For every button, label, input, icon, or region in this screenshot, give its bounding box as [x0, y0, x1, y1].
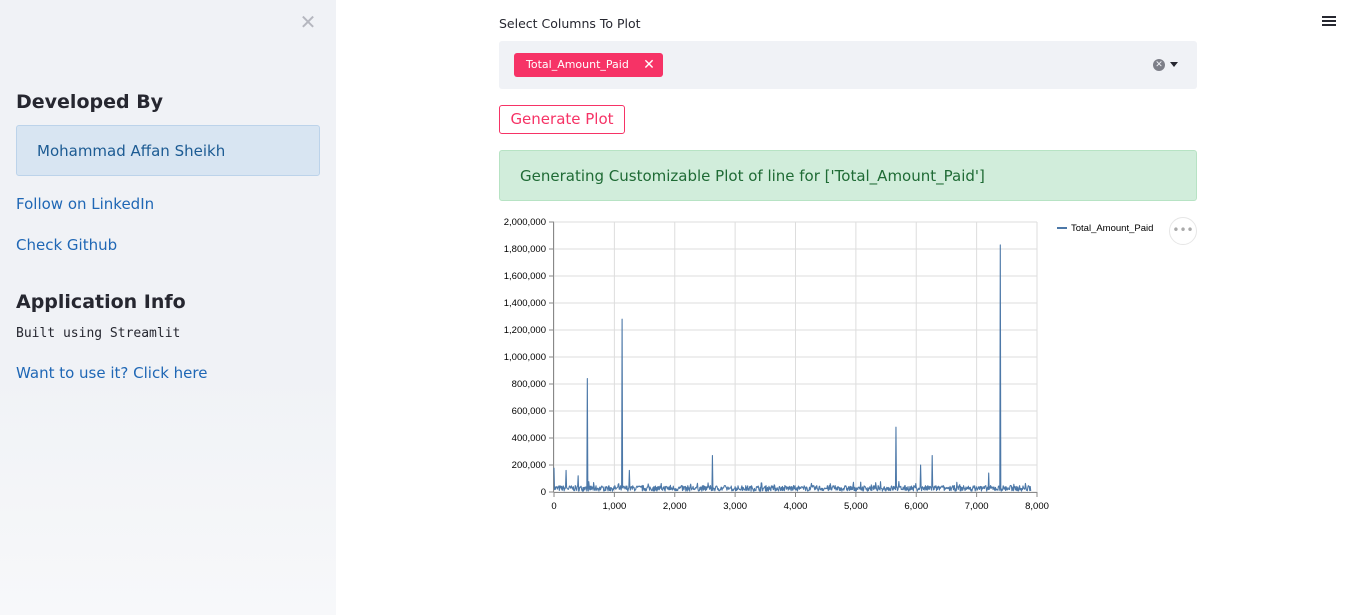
x-tick-label: 7,000: [965, 501, 989, 512]
x-tick-label: 6,000: [904, 501, 928, 512]
developer-name: Mohammad Affan Sheikh: [37, 141, 226, 160]
y-tick-label: 1,400,000: [504, 298, 546, 309]
x-tick-label: 8,000: [1025, 501, 1049, 512]
linkedin-link[interactable]: Follow on LinkedIn: [16, 195, 154, 213]
developer-info-box: Mohammad Affan Sheikh: [16, 125, 320, 176]
x-tick-label: 4,000: [784, 501, 808, 512]
success-alert: Generating Customizable Plot of line for…: [499, 150, 1197, 201]
x-tick-label: 2,000: [663, 501, 687, 512]
x-tick-label: 0: [551, 501, 556, 512]
y-tick-label: 600,000: [512, 406, 546, 417]
y-tick-label: 1,200,000: [504, 325, 546, 336]
hamburger-menu-icon[interactable]: [1320, 14, 1338, 32]
built-using-text: Built using Streamlit: [16, 326, 181, 341]
github-link[interactable]: Check Github: [16, 236, 117, 254]
success-message: Generating Customizable Plot of line for…: [520, 166, 985, 185]
y-tick-label: 0: [541, 487, 546, 498]
x-tick-label: 5,000: [844, 501, 868, 512]
clear-selection-icon[interactable]: ✕: [1153, 59, 1165, 71]
column-multiselect[interactable]: Total_Amount_Paid ✕ ✕: [499, 41, 1197, 89]
selected-column-chip: Total_Amount_Paid ✕: [514, 53, 663, 77]
x-tick-label: 3,000: [723, 501, 747, 512]
y-tick-label: 2,000,000: [504, 217, 546, 228]
y-tick-label: 1,000,000: [504, 352, 546, 363]
x-tick-label: 1,000: [602, 501, 626, 512]
sidebar: ✕ Developed By Mohammad Affan Sheikh Fol…: [0, 0, 336, 615]
developed-by-heading: Developed By: [16, 91, 164, 113]
chevron-down-icon[interactable]: [1170, 62, 1178, 67]
line-chart: 0 1,000 2,000 3,000 4,000 5,000 6,000 7,000 8,00…: [504, 217, 1154, 512]
y-tick-label: 200,000: [512, 460, 546, 471]
y-tick-label: 1,800,000: [504, 244, 546, 255]
use-it-link[interactable]: Want to use it? Click here: [16, 364, 207, 382]
chart-actions-icon[interactable]: •••: [1169, 217, 1197, 245]
close-sidebar-icon[interactable]: ✕: [298, 12, 318, 32]
select-columns-label: Select Columns To Plot: [499, 16, 641, 31]
legend-label: Total_Amount_Paid: [1071, 223, 1153, 234]
y-tick-label: 1,600,000: [504, 271, 546, 282]
y-tick-label: 400,000: [512, 433, 546, 444]
generate-plot-button[interactable]: Generate Plot: [499, 105, 625, 134]
y-tick-label: 800,000: [512, 379, 546, 390]
series-line-total-amount-paid: [553, 244, 1032, 492]
application-info-heading: Application Info: [16, 291, 186, 313]
chip-label: Total_Amount_Paid: [526, 58, 629, 71]
chip-remove-icon[interactable]: ✕: [643, 53, 655, 77]
